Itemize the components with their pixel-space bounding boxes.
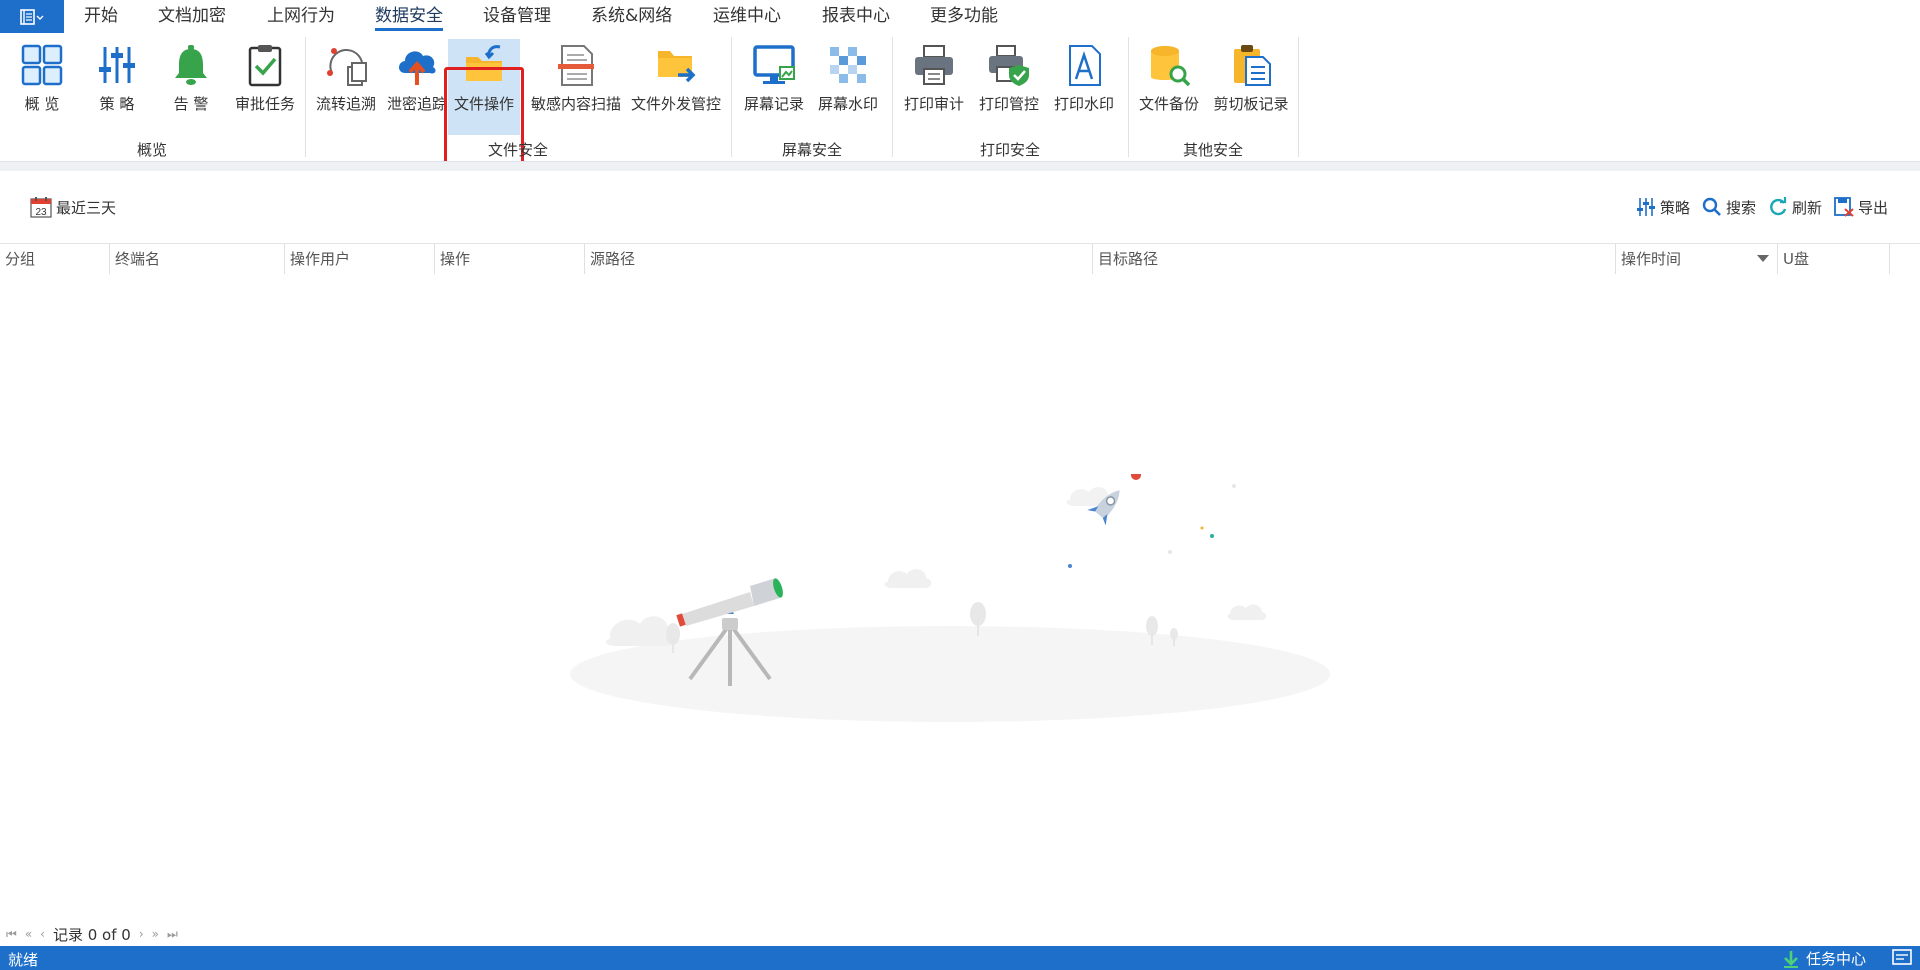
document-letter-icon — [1069, 45, 1101, 86]
empty-state-telescope-illustration — [570, 474, 1330, 722]
date-range-label: 最近三天 — [56, 198, 117, 217]
overview-button[interactable]: 概 览 — [6, 39, 78, 139]
sort-down-icon — [1757, 255, 1769, 262]
tab-start[interactable]: 开始 — [84, 0, 118, 33]
column-header-operation[interactable]: 操作 — [435, 244, 585, 274]
file-backup-button[interactable]: 文件备份 — [1133, 39, 1205, 139]
pagination: ⏮ « ‹ 记录 0 of 0 › » ⏭ — [0, 922, 178, 946]
clipboard-record-button[interactable]: 剪切板记录 — [1210, 39, 1292, 139]
refresh-button[interactable]: 刷新 — [1768, 195, 1822, 219]
policy-tool-label: 策略 — [1660, 198, 1691, 217]
group-separator — [1128, 37, 1129, 157]
clipboard-check-icon — [248, 45, 282, 87]
column-header-target-path[interactable]: 目标路径 — [1093, 244, 1616, 274]
group-label-overview: 概览 — [136, 141, 168, 159]
search-label: 搜索 — [1726, 198, 1757, 217]
tab-data-security[interactable]: 数据安全 — [375, 0, 443, 33]
bell-icon — [175, 45, 207, 85]
flow-trace-button[interactable]: 流转追溯 — [310, 39, 382, 139]
group-separator — [892, 37, 893, 157]
record-count: 记录 0 of 0 — [52, 925, 131, 944]
task-center-label: 任务中心 — [1806, 950, 1867, 968]
approval-task-button[interactable]: 审批任务 — [229, 39, 301, 139]
tab-web-behavior[interactable]: 上网行为 — [267, 0, 335, 33]
printer-icon — [915, 45, 953, 85]
first-page-icon[interactable]: ⏮ — [6, 927, 17, 942]
tab-system-network[interactable]: 系统&网络 — [591, 0, 672, 33]
column-header-operation-time-label: 操作时间 — [1621, 250, 1682, 268]
policy-button[interactable]: 策 略 — [81, 39, 153, 139]
tab-more-functions[interactable]: 更多功能 — [930, 0, 998, 33]
printer-shield-icon — [989, 45, 1029, 86]
column-header-group[interactable]: 分组 — [0, 244, 110, 274]
screen-record-button[interactable]: 屏幕记录 — [738, 39, 810, 139]
mosaic-icon — [830, 47, 866, 83]
group-label-print-security: 打印安全 — [979, 141, 1041, 159]
table-body — [0, 274, 1920, 920]
ribbon: 概 览 策 略 告 警 审批任务 概览 流转追溯 泄密追踪 文件操作 敏感内容扫… — [0, 33, 1920, 171]
group-separator — [731, 37, 732, 157]
policy-tool-button[interactable]: 策略 — [1636, 195, 1690, 219]
cloud-upload-icon — [399, 51, 436, 85]
tab-report-center[interactable]: 报表中心 — [822, 0, 890, 33]
alarm-button[interactable]: 告 警 — [155, 39, 227, 139]
export-button[interactable]: 导出 — [1834, 195, 1888, 219]
group-label-other-security: 其他安全 — [1182, 141, 1244, 159]
group-label-screen-security: 屏幕安全 — [781, 141, 843, 159]
screen-watermark-button[interactable]: 屏幕水印 — [812, 39, 884, 139]
status-bar: 就绪 任务中心 — [0, 946, 1920, 970]
download-arrow-icon — [1784, 950, 1798, 968]
calendar-icon: 23 — [30, 197, 52, 218]
previous-block-icon[interactable]: « — [25, 927, 32, 941]
folder-arrow-icon — [466, 45, 502, 81]
sliders-icon — [1637, 198, 1655, 216]
database-search-icon — [1151, 46, 1191, 87]
file-operation-button[interactable]: 文件操作 — [448, 39, 520, 135]
previous-page-icon[interactable]: ‹ — [40, 927, 45, 941]
column-header-operation-time[interactable]: 操作时间 — [1616, 244, 1778, 274]
refresh-label: 刷新 — [1792, 198, 1823, 217]
group-separator — [1298, 37, 1299, 157]
export-label: 导出 — [1858, 198, 1889, 217]
task-center-button[interactable]: 任务中心 — [1782, 948, 1866, 969]
print-watermark-button[interactable]: 打印水印 — [1048, 39, 1120, 139]
tab-ops-center[interactable]: 运维中心 — [713, 0, 781, 33]
table-header: 分组 终端名 操作用户 操作 源路径 目标路径 操作时间 U盘 — [0, 243, 1920, 275]
toolbar: 23 最近三天 策略 搜索 刷新 导出 — [0, 171, 1920, 243]
column-header-usb-drive[interactable]: U盘 — [1778, 244, 1890, 274]
status-text: 就绪 — [8, 951, 39, 969]
column-header-operator[interactable]: 操作用户 — [285, 244, 435, 274]
clipboard-icon — [1234, 45, 1271, 86]
refresh-icon — [1770, 197, 1787, 216]
export-icon — [1834, 197, 1854, 217]
group-label-file-security: 文件安全 — [487, 141, 549, 159]
sensitive-content-scan-button[interactable]: 敏感内容扫描 — [530, 39, 622, 139]
column-header-terminal-name[interactable]: 终端名 — [110, 244, 285, 274]
app-menu-icon — [20, 8, 44, 25]
date-range-button[interactable]: 23 最近三天 — [30, 195, 116, 219]
search-icon — [1702, 197, 1721, 216]
search-button[interactable]: 搜索 — [1702, 195, 1756, 219]
sliders-icon — [99, 47, 135, 83]
group-separator — [305, 37, 306, 157]
column-header-source-path[interactable]: 源路径 — [585, 244, 1093, 274]
svg-text:23: 23 — [35, 207, 47, 218]
grid-icon — [21, 44, 63, 86]
leak-trace-button[interactable]: 泄密追踪 — [381, 39, 453, 139]
next-page-icon[interactable]: › — [139, 927, 144, 941]
menu-bar: 开始 文档加密 上网行为 数据安全 设备管理 系统&网络 运维中心 报表中心 更… — [0, 0, 1920, 33]
message-icon[interactable] — [1892, 949, 1912, 965]
outgoing-file-control-button[interactable]: 文件外发管控 — [628, 39, 724, 139]
print-audit-button[interactable]: 打印审计 — [898, 39, 970, 139]
document-scan-icon — [558, 45, 594, 86]
print-control-button[interactable]: 打印管控 — [973, 39, 1045, 139]
folder-send-icon — [658, 51, 696, 83]
tab-doc-encryption[interactable]: 文档加密 — [158, 0, 226, 33]
app-menu-button[interactable] — [0, 0, 64, 33]
tab-device-management[interactable]: 设备管理 — [483, 0, 551, 33]
next-block-icon[interactable]: » — [152, 927, 159, 941]
monitor-icon — [753, 45, 795, 84]
last-page-icon[interactable]: ⏭ — [167, 927, 178, 942]
flow-trace-icon — [327, 48, 367, 86]
